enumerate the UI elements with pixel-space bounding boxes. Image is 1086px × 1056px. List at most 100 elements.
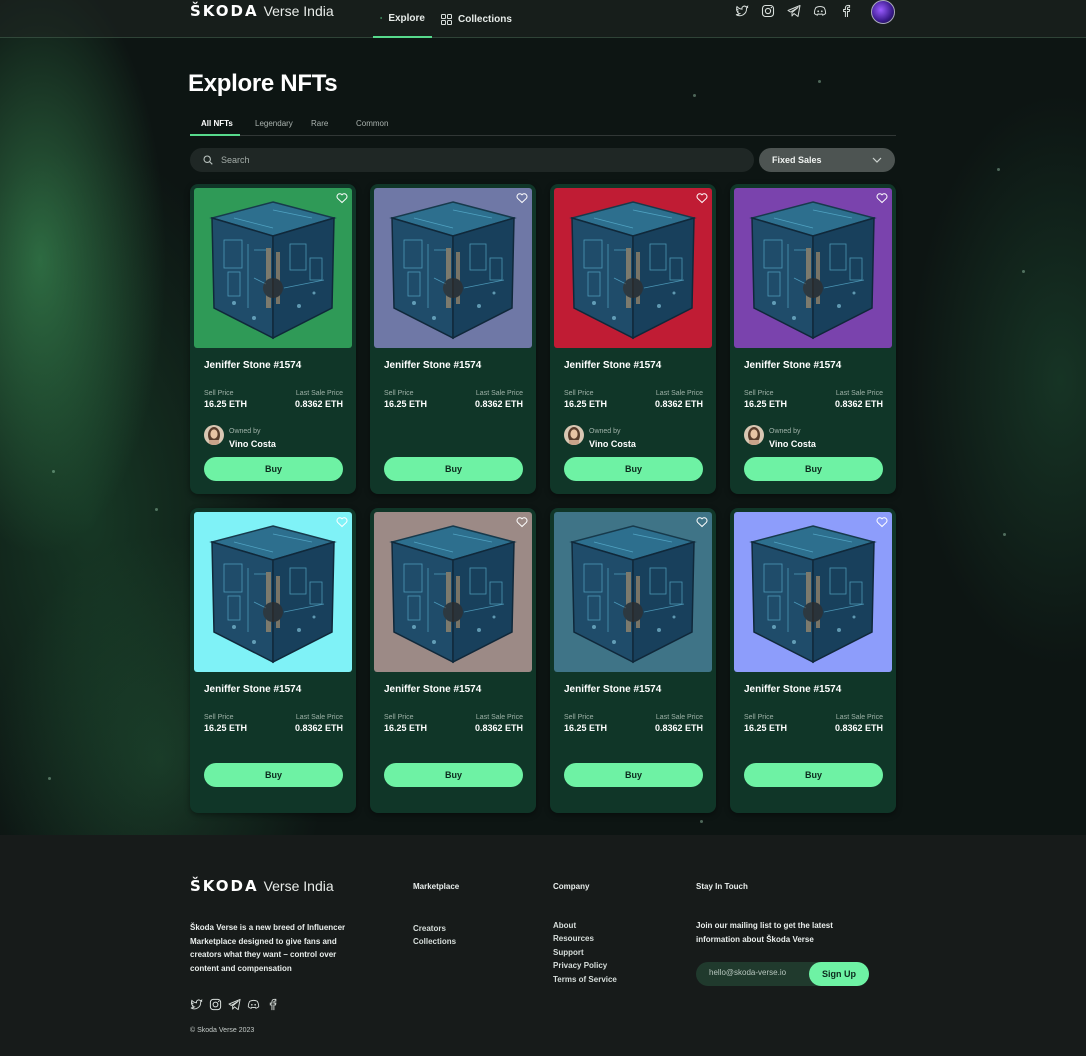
avatar [744, 424, 764, 445]
heart-icon[interactable] [696, 516, 708, 528]
nft-image[interactable] [374, 512, 532, 672]
footer-link-about[interactable]: About [553, 921, 576, 930]
footer-brand-logo[interactable]: ŠKODA Verse India [190, 877, 334, 895]
last-sale-value: 0.8362 ETH [654, 399, 703, 409]
owned-by-label: Owned by [589, 428, 621, 435]
nft-image[interactable] [554, 512, 712, 672]
nav-collections-label: Collections [458, 13, 512, 25]
facebook-icon[interactable] [266, 998, 279, 1011]
footer-marketplace-title: Marketplace [413, 882, 460, 891]
footer-link-privacy[interactable]: Privacy Policy [553, 961, 607, 970]
main-nav: Explore Collections [373, 0, 519, 38]
last-sale-block: Last Sale Price 0.8362 ETH [835, 714, 883, 733]
search-icon [203, 155, 213, 165]
tab-rare[interactable]: Rare [311, 110, 356, 136]
telegram-icon[interactable] [787, 4, 801, 18]
tab-all-nfts[interactable]: All NFTs [190, 110, 240, 136]
nft-card[interactable]: Jeniffer Stone #1574 Sell Price 16.25 ET… [370, 184, 536, 494]
owner-block[interactable]: Owned by Vino Costa [564, 420, 636, 449]
background-star [52, 470, 55, 473]
nft-cube-art [374, 188, 532, 348]
sell-price-value: 16.25 ETH [564, 723, 608, 733]
owner-block[interactable]: Owned by Vino Costa [204, 420, 276, 449]
nft-card[interactable]: Jeniffer Stone #1574 Sell Price 16.25 ET… [550, 508, 716, 813]
buy-button[interactable]: Buy [384, 763, 523, 787]
telegram-icon[interactable] [228, 998, 241, 1011]
background-star [1022, 270, 1025, 273]
tab-common[interactable]: Common [356, 110, 388, 136]
nft-card[interactable]: Jeniffer Stone #1574 Sell Price 16.25 ET… [190, 508, 356, 813]
search-input[interactable] [221, 155, 721, 165]
last-sale-label: Last Sale Price [835, 390, 883, 397]
last-sale-value: 0.8362 ETH [834, 399, 883, 409]
footer-link-terms[interactable]: Terms of Service [553, 975, 617, 984]
user-avatar[interactable] [871, 0, 895, 24]
nft-card[interactable]: Jeniffer Stone #1574 Sell Price 16.25 ET… [730, 508, 896, 813]
discord-icon[interactable] [247, 998, 260, 1011]
twitter-icon[interactable] [735, 4, 749, 18]
nft-image[interactable] [554, 188, 712, 348]
heart-icon[interactable] [516, 516, 528, 528]
last-sale-label: Last Sale Price [475, 390, 523, 397]
nav-collections[interactable]: Collections [434, 0, 519, 38]
nft-card[interactable]: Jeniffer Stone #1574 Sell Price 16.25 ET… [370, 508, 536, 813]
buy-button[interactable]: Buy [744, 457, 883, 481]
buy-button[interactable]: Buy [564, 457, 703, 481]
nav-explore[interactable]: Explore [373, 0, 432, 38]
background-star [155, 508, 158, 511]
last-sale-block: Last Sale Price 0.8362 ETH [295, 714, 343, 733]
brand-logo[interactable]: ŠKODA Verse India [190, 2, 334, 20]
nft-name: Jeniffer Stone #1574 [204, 684, 302, 695]
footer-brand-subtitle: Verse India [263, 878, 334, 894]
newsletter-email-input[interactable] [709, 968, 809, 977]
heart-icon[interactable] [336, 516, 348, 528]
top-navigation-bar: ŠKODA Verse India Explore Collections [0, 0, 1086, 38]
owned-by-label: Owned by [229, 428, 261, 435]
facebook-icon[interactable] [839, 4, 853, 18]
heart-icon[interactable] [876, 192, 888, 204]
nft-card[interactable]: Jeniffer Stone #1574 Sell Price 16.25 ET… [730, 184, 896, 494]
footer-link-resources[interactable]: Resources [553, 934, 594, 943]
nft-card[interactable]: Jeniffer Stone #1574 Sell Price 16.25 ET… [550, 184, 716, 494]
nft-name: Jeniffer Stone #1574 [564, 360, 662, 371]
instagram-icon[interactable] [761, 4, 775, 18]
nft-image[interactable] [734, 512, 892, 672]
footer-link-collections[interactable]: Collections [413, 937, 456, 946]
sell-price-value: 16.25 ETH [204, 723, 248, 733]
discord-icon[interactable] [813, 4, 827, 18]
twitter-icon[interactable] [190, 998, 203, 1011]
signup-button[interactable]: Sign Up [809, 962, 869, 986]
asterisk-icon [380, 16, 383, 20]
footer-link-support[interactable]: Support [553, 948, 584, 957]
last-sale-value: 0.8362 ETH [474, 723, 523, 733]
footer-touch-title: Stay In Touch [696, 882, 748, 891]
owner-block[interactable]: Owned by Vino Costa [744, 420, 816, 449]
heart-icon[interactable] [876, 516, 888, 528]
nft-image[interactable] [374, 188, 532, 348]
nft-image[interactable] [194, 188, 352, 348]
nav-explore-label: Explore [388, 12, 425, 24]
nft-cube-art [194, 188, 352, 348]
header-socials [735, 4, 853, 18]
last-sale-block: Last Sale Price 0.8362 ETH [655, 390, 703, 409]
nft-card[interactable]: Jeniffer Stone #1574 Sell Price 16.25 ET… [190, 184, 356, 494]
footer-link-creators[interactable]: Creators [413, 924, 446, 933]
sale-type-dropdown[interactable]: Fixed Sales [759, 148, 895, 172]
heart-icon[interactable] [336, 192, 348, 204]
copyright: © Skoda Verse 2023 [190, 1027, 255, 1034]
footer: ŠKODA Verse India Škoda Verse is a new b… [0, 835, 1086, 1056]
sell-price-block: Sell Price 16.25 ETH [204, 390, 247, 409]
buy-button[interactable]: Buy [204, 763, 343, 787]
nft-cube-art [734, 512, 892, 672]
instagram-icon[interactable] [209, 998, 222, 1011]
buy-button[interactable]: Buy [384, 457, 523, 481]
nft-cube-art [554, 188, 712, 348]
tab-legendary[interactable]: Legendary [255, 110, 311, 136]
buy-button[interactable]: Buy [564, 763, 703, 787]
buy-button[interactable]: Buy [744, 763, 883, 787]
heart-icon[interactable] [696, 192, 708, 204]
heart-icon[interactable] [516, 192, 528, 204]
nft-image[interactable] [194, 512, 352, 672]
buy-button[interactable]: Buy [204, 457, 343, 481]
nft-image[interactable] [734, 188, 892, 348]
